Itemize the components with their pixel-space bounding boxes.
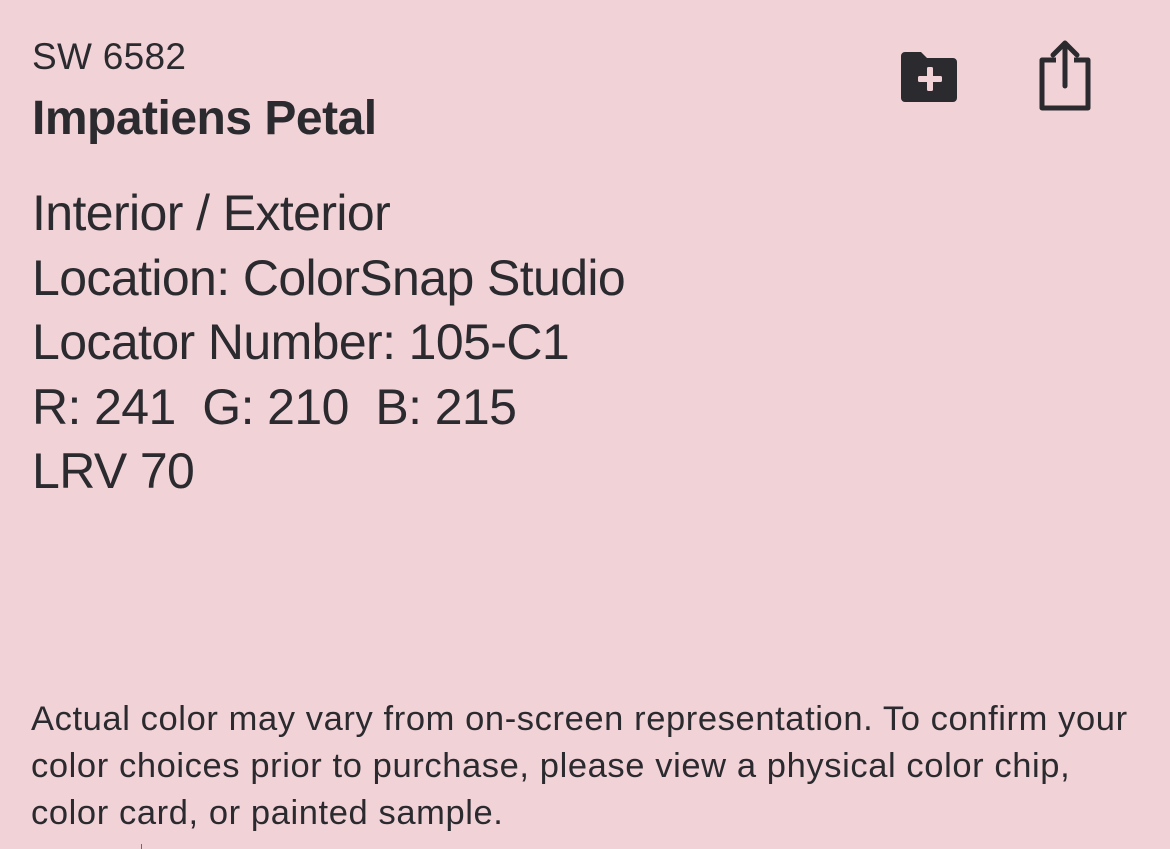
color-disclaimer: Actual color may vary from on-screen rep… — [31, 700, 1128, 832]
action-toolbar — [0, 0, 1170, 140]
rgb-values-text: R: 241 G: 210 B: 215 — [32, 378, 517, 435]
color-details-list: Interior / Exterior Location: ColorSnap … — [32, 181, 626, 504]
locator-number-text: Locator Number: 105-C1 — [32, 314, 570, 370]
color-detail-screen: SW 6582 Impatiens Petal Interior / Exter… — [0, 0, 1170, 849]
folder-plus-icon — [901, 52, 957, 102]
add-to-folder-button[interactable] — [896, 44, 964, 108]
lrv-text: LRV 70 — [32, 443, 195, 499]
share-icon — [1039, 40, 1091, 111]
usage-text: Interior / Exterior — [32, 185, 391, 241]
share-button[interactable] — [1032, 36, 1098, 116]
scroll-indicator-mark — [141, 844, 142, 849]
location-text: Location: ColorSnap Studio — [32, 249, 626, 306]
